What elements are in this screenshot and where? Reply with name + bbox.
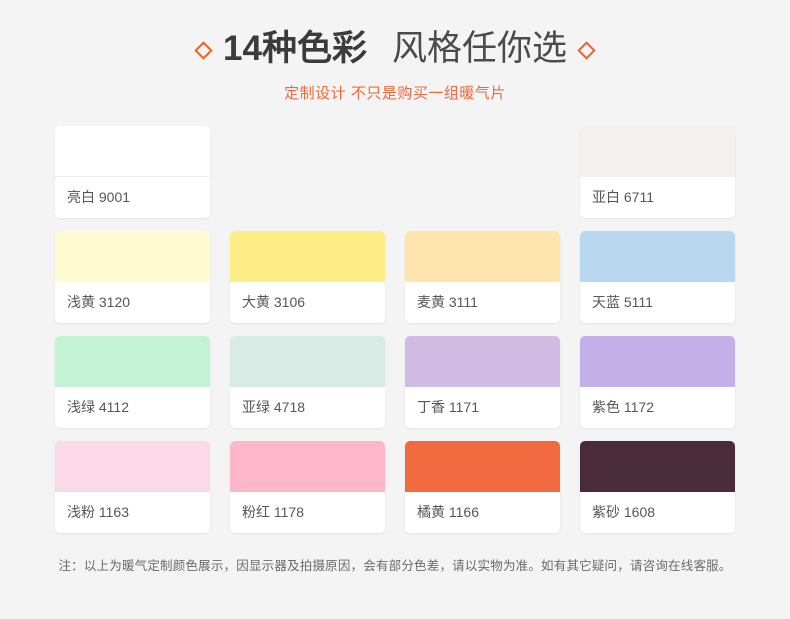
swatch-card-zisha-1608[interactable]: 紫砂 1608: [580, 441, 735, 533]
swatch-color-chip: [405, 231, 560, 282]
swatch-color-chip: [55, 126, 210, 177]
swatch-color-chip: [580, 126, 735, 177]
swatch-card-zise-1172[interactable]: 紫色 1172: [580, 336, 735, 428]
swatch-color-chip: [55, 336, 210, 387]
diamond-icon-right: [577, 40, 596, 60]
swatch-label: 麦黄 3111: [417, 294, 478, 310]
page-subtitle: 定制设计 不只是购买一组暖气片: [284, 85, 506, 102]
swatch-label: 浅黄 3120: [67, 294, 131, 310]
swatch-label: 亮白 9001: [67, 189, 131, 205]
title-light-text: 风格任你选: [391, 29, 567, 68]
swatch-label: 紫砂 1608: [592, 504, 656, 520]
title-strong-text: 14种色彩: [223, 29, 367, 68]
swatch-label: 浅绿 4112: [67, 399, 129, 415]
swatch-label: 浅粉 1163: [67, 504, 129, 520]
disclaimer-note: 注：以上为暖气定制颜色展示，因显示器及拍摄原因，会有部分色差，请以实物为准。如有…: [58, 559, 732, 573]
diamond-icon-left: [194, 40, 213, 60]
page-title: 14种色彩 风格任你选: [0, 26, 790, 72]
swatch-label: 天蓝 5111: [592, 294, 653, 310]
page-header: 14种色彩 风格任你选 定制设计 不只是购买一组暖气片: [0, 0, 790, 103]
swatch-label: 亚绿 4718: [242, 399, 306, 415]
swatch-card-qianfen-1163[interactable]: 浅粉 1163: [55, 441, 210, 533]
swatch-card-yabai-6711[interactable]: 亚白 6711: [580, 126, 735, 218]
color-swatch-grid: 亮白 9001 亚白 6711 浅黄 3120 大黄 3106 麦黄 3111 …: [55, 103, 735, 533]
swatch-card-fenhong-1178[interactable]: 粉红 1178: [230, 441, 385, 533]
swatch-label: 紫色 1172: [592, 399, 654, 415]
swatch-card-dahuang-3106[interactable]: 大黄 3106: [230, 231, 385, 323]
swatch-color-chip: [580, 336, 735, 387]
swatch-color-chip: [230, 441, 385, 492]
color-palette-page: 14种色彩 风格任你选 定制设计 不只是购买一组暖气片 亮白 9001 亚白 6…: [0, 0, 790, 619]
swatch-card-dingxiang-1171[interactable]: 丁香 1171: [405, 336, 560, 428]
swatch-color-chip: [580, 231, 735, 282]
swatch-color-chip: [230, 231, 385, 282]
swatch-card-yalv-4718[interactable]: 亚绿 4718: [230, 336, 385, 428]
swatch-color-chip: [405, 336, 560, 387]
swatch-card-qianhuang-3120[interactable]: 浅黄 3120: [55, 231, 210, 323]
swatch-card-qianlv-4112[interactable]: 浅绿 4112: [55, 336, 210, 428]
swatch-color-chip: [55, 231, 210, 282]
swatch-card-juhuang-1166[interactable]: 橘黄 1166: [405, 441, 560, 533]
swatch-card-tianlan-5111[interactable]: 天蓝 5111: [580, 231, 735, 323]
swatch-label: 丁香 1171: [417, 399, 479, 415]
swatch-color-chip: [55, 441, 210, 492]
swatch-card-maihuang-3111[interactable]: 麦黄 3111: [405, 231, 560, 323]
swatch-label: 大黄 3106: [242, 294, 306, 310]
swatch-label: 橘黄 1166: [417, 504, 479, 520]
swatch-label: 亚白 6711: [592, 189, 654, 205]
swatch-color-chip: [230, 336, 385, 387]
swatch-card-liangbai-9001[interactable]: 亮白 9001: [55, 126, 210, 218]
swatch-label: 粉红 1178: [242, 504, 304, 520]
swatch-color-chip: [405, 441, 560, 492]
swatch-color-chip: [580, 441, 735, 492]
